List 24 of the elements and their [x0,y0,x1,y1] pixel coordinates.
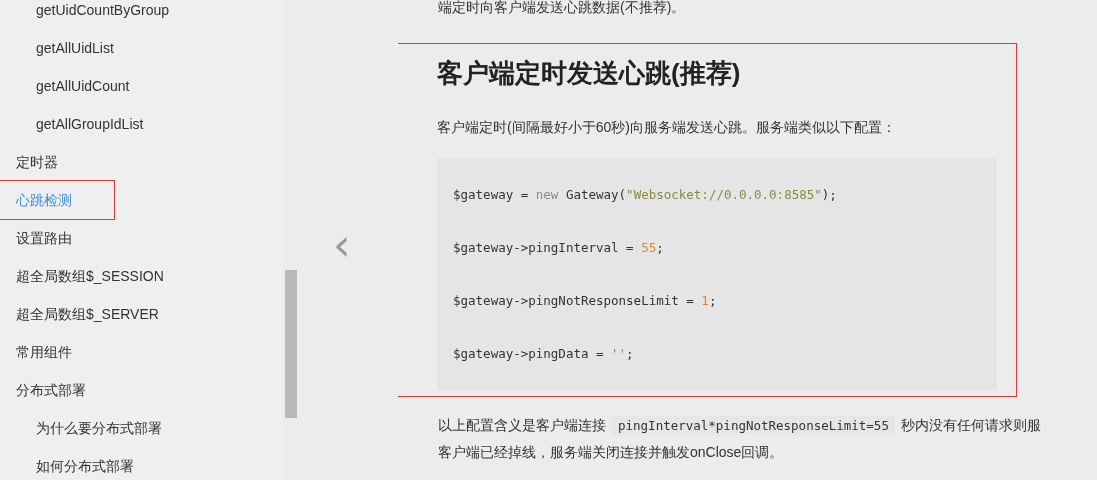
inline-code: pingInterval*pingNotResponseLimit=55 [612,416,895,436]
paragraph-text: 客户端定时(间隔最好小于60秒)向服务端发送心跳。服务端类似以下配置： [437,118,896,138]
note-text: 秒内没有任何请求则服 [900,417,1041,434]
sidebar-link[interactable]: getUidCountByGroup [0,0,170,29]
note-text: 以上配置含义是客户端连接 [438,417,606,434]
sidebar-link[interactable]: 超全局数组$_SERVER [0,295,159,333]
sidebar-link[interactable]: getAllGroupIdList [0,105,144,143]
code-line: $gateway->pingData = ''; [453,345,634,364]
sidebar-link[interactable]: getAllUidCount [0,67,130,105]
sidebar-link[interactable]: 如何分布式部署 [0,447,134,480]
code-line: $gateway->pingInterval = 55; [453,239,664,258]
note-text: 客户端已经掉线，服务端关闭连接并触发onClose回调。 [438,444,784,461]
code-line: $gateway = new Gateway("Websocket://0.0.0.0:8585"); [453,186,837,205]
paragraph-text: 端定时向客户端发送心跳数据(不推荐)。 [438,0,687,17]
section-heading: 客户端定时发送心跳(推荐) [437,58,741,90]
sidebar-link[interactable]: 定时器 [0,143,58,181]
sidebar-link[interactable]: 超全局数组$_SESSION [0,257,164,295]
sidebar-link[interactable]: 分布式部署 [0,371,86,409]
code-line: $gateway->pingNotResponseLimit = 1; [453,292,717,311]
sidebar-link[interactable]: 常用组件 [0,333,72,371]
sidebar-link[interactable]: 为什么要分布式部署 [0,409,162,447]
sidebar-link[interactable]: getAllUidList [0,29,114,67]
scrollbar-thumb[interactable] [285,270,297,418]
sidebar-link[interactable]: 设置路由 [0,219,72,257]
